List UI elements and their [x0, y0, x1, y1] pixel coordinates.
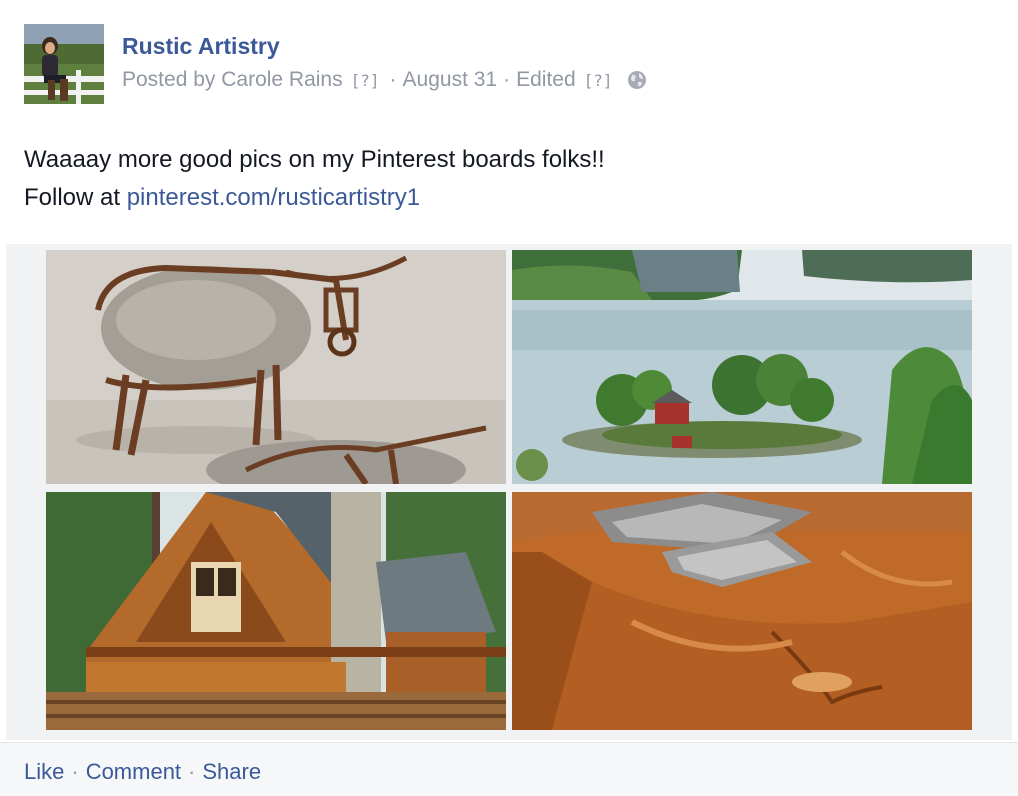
- photo-gallery: [6, 244, 1012, 740]
- meta-separator: ·: [389, 68, 397, 91]
- message-follow-text: Follow at: [24, 184, 127, 211]
- comment-link[interactable]: Comment: [86, 759, 181, 784]
- page-avatar[interactable]: [24, 24, 104, 104]
- like-link[interactable]: Like: [24, 759, 64, 784]
- globe-icon[interactable]: [627, 70, 647, 90]
- post-message: Waaaay more good pics on my Pinterest bo…: [24, 141, 605, 217]
- photo-log-house[interactable]: [46, 492, 506, 730]
- edited-help[interactable]: [?]: [584, 71, 613, 90]
- posted-by-help[interactable]: [?]: [351, 71, 380, 90]
- post-meta: Posted by Carole Rains [?] · August 31 ·…: [122, 68, 647, 92]
- facebook-post: Rustic Artistry Posted by Carole Rains […: [0, 0, 1018, 796]
- meta-separator: ·: [503, 68, 511, 91]
- message-line-1: Waaaay more good pics on my Pinterest bo…: [24, 146, 605, 173]
- photo-lake-island-cabin[interactable]: [512, 250, 972, 484]
- posted-by-text: Posted by Carole Rains: [122, 68, 343, 91]
- post-actions: Like · Comment · Share: [24, 759, 261, 785]
- page-name-link[interactable]: Rustic Artistry: [122, 33, 280, 60]
- post-actions-bar: Like · Comment · Share: [0, 743, 1018, 796]
- action-separator: ·: [188, 759, 196, 784]
- edited-link[interactable]: Edited: [516, 68, 576, 92]
- share-link[interactable]: Share: [202, 759, 261, 784]
- post-date-link[interactable]: August 31: [403, 68, 498, 92]
- action-separator: ·: [71, 759, 79, 784]
- pinterest-link[interactable]: pinterest.com/rusticartistry1: [127, 184, 420, 211]
- photo-wood-countertop-sink[interactable]: [512, 492, 972, 730]
- message-line-2: Follow at pinterest.com/rusticartistry1: [24, 179, 605, 217]
- photo-metal-bull-sculpture[interactable]: [46, 250, 506, 484]
